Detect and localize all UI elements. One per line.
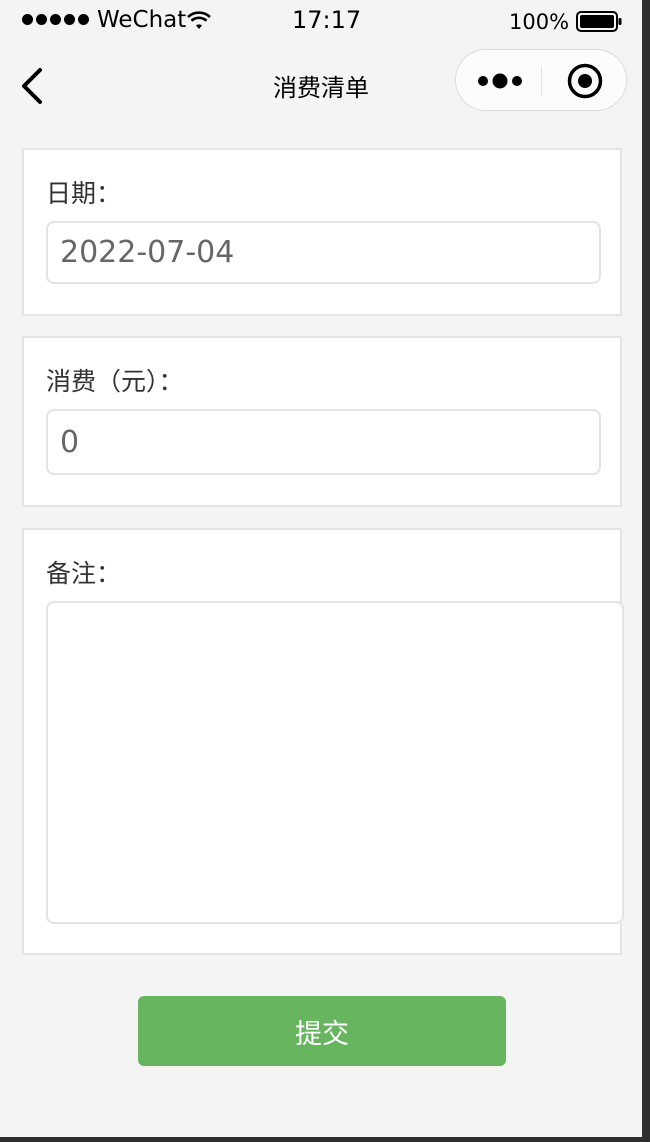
capsule-divider [541, 66, 542, 96]
signal-icon [22, 14, 89, 25]
note-textarea[interactable] [46, 601, 624, 924]
amount-input[interactable]: 0 [46, 409, 601, 475]
date-input[interactable]: 2022-07-04 [46, 221, 601, 284]
nav-bar: 消费清单 [0, 44, 642, 130]
screen: WeChat 17:17 100% 消费清单 日期： 2022-07-04 消费… [0, 0, 642, 1137]
note-card: 备注： [22, 528, 624, 955]
more-icon[interactable] [476, 68, 524, 94]
amount-label: 消费（元）： [46, 367, 184, 396]
wifi-icon [187, 11, 211, 29]
battery-percent: 100% [509, 10, 570, 34]
amount-card: 消费（元）： 0 [22, 336, 622, 507]
submit-button[interactable]: 提交 [138, 996, 506, 1066]
status-bar: WeChat 17:17 100% [0, 0, 642, 44]
battery-icon [576, 11, 622, 32]
note-label: 备注： [46, 559, 122, 588]
carrier-name: WeChat [97, 7, 187, 33]
date-card: 日期： 2022-07-04 [22, 148, 622, 316]
date-label: 日期： [46, 179, 122, 208]
close-miniprogram-icon[interactable] [566, 62, 604, 100]
status-time: 17:17 [292, 6, 362, 34]
miniprogram-capsule [455, 49, 627, 111]
